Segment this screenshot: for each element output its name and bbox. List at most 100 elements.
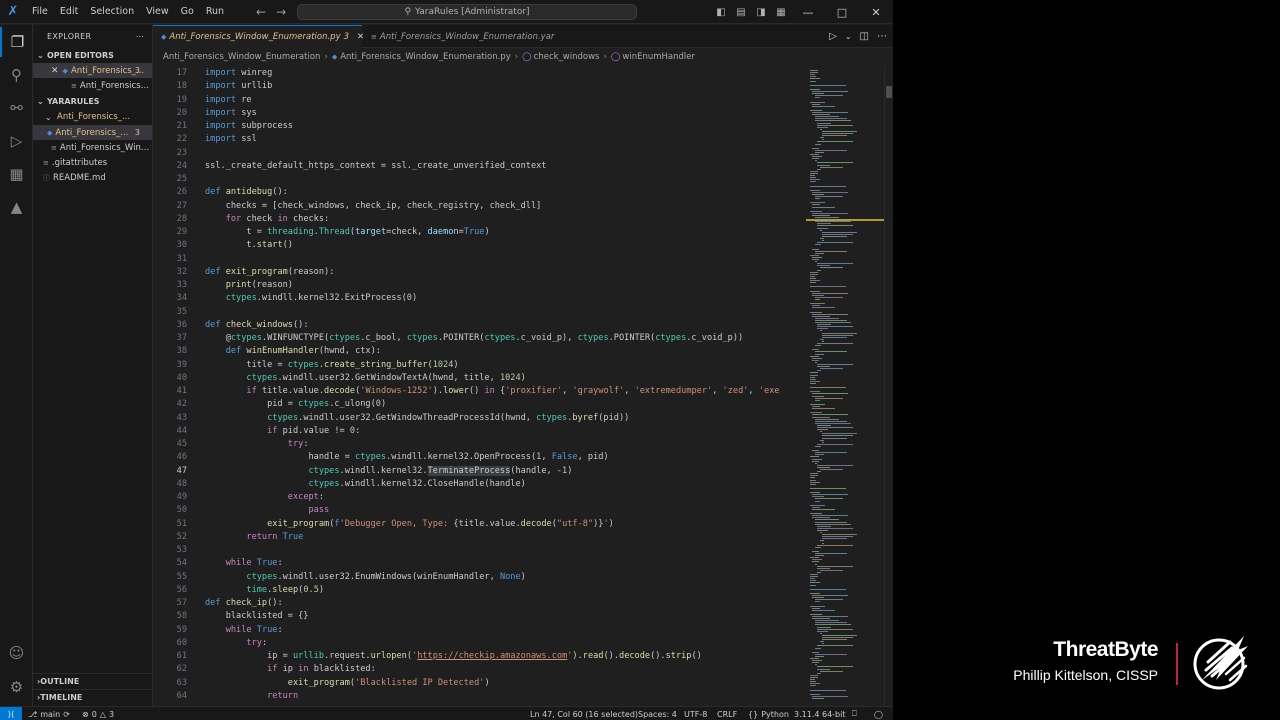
tree-file-item[interactable]: ≡ Anti_Forensics_Wind...: [33, 140, 152, 155]
back-arrow-icon[interactable]: ←: [256, 5, 266, 19]
breadcrumb-function[interactable]: check_windows: [534, 52, 600, 62]
problems-status[interactable]: ⊗ 0 △ 3: [82, 707, 114, 720]
code-line[interactable]: 43 ctypes.windll.user32.GetWindowThreadP…: [153, 412, 805, 425]
tab-python-file[interactable]: ◆ Anti_Forensics_Window_Enumeration.py 3…: [153, 25, 364, 48]
tree-file-item[interactable]: ≡ .gitattributes: [33, 155, 152, 170]
toggle-secondary-sidebar-icon[interactable]: ◨: [751, 7, 771, 18]
source-control-icon[interactable]: ⚯: [0, 93, 33, 123]
tab-yara-file[interactable]: ≡ Anti_Forensics_Window_Enumeration.yar: [363, 25, 554, 48]
scrollbar-thumb[interactable]: [886, 86, 892, 98]
testing-flask-icon[interactable]: ▲: [0, 192, 33, 222]
code-line[interactable]: 17 import winreg: [153, 67, 805, 80]
menu-go[interactable]: Go: [175, 0, 200, 24]
eol-status[interactable]: CRLF: [717, 707, 737, 720]
forward-arrow-icon[interactable]: →: [276, 5, 286, 19]
open-editor-item[interactable]: ✕ ◆ Anti_Forensics_... 3: [33, 63, 152, 79]
indentation-status[interactable]: Spaces: 4: [638, 707, 677, 720]
code-line[interactable]: 64 return: [153, 690, 805, 703]
code-line[interactable]: 18 import urllib: [153, 80, 805, 93]
breadcrumb-folder[interactable]: Anti_Forensics_Window_Enumeration: [163, 52, 320, 62]
timeline-section[interactable]: › TIMELINE: [33, 689, 152, 704]
code-line[interactable]: 28 for check in checks:: [153, 213, 805, 226]
code-line[interactable]: 57 def check_ip():: [153, 597, 805, 610]
sync-icon[interactable]: ⟳: [63, 710, 70, 719]
feedback-icon[interactable]: ◯: [874, 707, 883, 720]
code-line[interactable]: 20 import sys: [153, 107, 805, 120]
menu-view[interactable]: View: [140, 0, 175, 24]
code-line[interactable]: 45 try:: [153, 438, 805, 451]
outline-section[interactable]: › OUTLINE: [33, 673, 152, 688]
more-actions-icon[interactable]: ⋯: [877, 31, 887, 42]
branch-status[interactable]: ⎇ main ⟳: [28, 707, 70, 720]
customize-layout-icon[interactable]: ▦: [771, 7, 791, 18]
tree-file-item[interactable]: ◆ Anti_Forensics_... 3: [33, 124, 152, 141]
menu-selection[interactable]: Selection: [84, 0, 140, 24]
vscode-logo-icon[interactable]: ✗: [0, 0, 26, 24]
code-line[interactable]: 37 @ctypes.WINFUNCTYPE(ctypes.c_bool, ct…: [153, 332, 805, 345]
editor-scrollbar[interactable]: [884, 66, 893, 706]
menu-run[interactable]: Run: [200, 0, 230, 24]
open-editors-section[interactable]: ⌄ OPEN EDITORS: [33, 47, 152, 63]
code-line[interactable]: 29 t = threading.Thread(target=check, da…: [153, 226, 805, 239]
code-line[interactable]: 50 pass: [153, 504, 805, 517]
code-line[interactable]: 47 ctypes.windll.kernel32.TerminateProce…: [153, 465, 805, 478]
code-line[interactable]: 63 exit_program('Blacklisted IP Detected…: [153, 677, 805, 690]
close-icon[interactable]: ✕: [51, 66, 59, 76]
code-line[interactable]: 30 t.start(): [153, 239, 805, 252]
code-line[interactable]: 39 title = ctypes.create_string_buffer(1…: [153, 359, 805, 372]
code-line[interactable]: 35: [153, 306, 805, 319]
menu-file[interactable]: File: [26, 0, 54, 24]
code-line[interactable]: 33 print(reason): [153, 279, 805, 292]
split-editor-icon[interactable]: ◫: [860, 31, 869, 42]
tree-folder-item[interactable]: ⌄ Anti_Forensics_...: [33, 110, 152, 125]
more-actions-icon[interactable]: ⋯: [136, 32, 144, 41]
code-line[interactable]: 31: [153, 253, 805, 266]
code-line[interactable]: 58 blacklisted = {}: [153, 610, 805, 623]
code-line[interactable]: 48 ctypes.windll.kernel32.CloseHandle(ha…: [153, 478, 805, 491]
settings-gear-icon[interactable]: ⚙: [0, 672, 33, 702]
code-line[interactable]: 23: [153, 147, 805, 160]
breadcrumb-file[interactable]: Anti_Forensics_Window_Enumeration.py: [340, 52, 511, 62]
code-line[interactable]: 54 while True:: [153, 557, 805, 570]
code-editor[interactable]: 17 import winreg 18 import urllib 19 import r…: [153, 66, 805, 706]
code-line[interactable]: 40 ctypes.windll.user32.GetWindowTextA(h…: [153, 372, 805, 385]
code-line[interactable]: 32 def exit_program(reason):: [153, 266, 805, 279]
cursor-position[interactable]: Ln 47, Col 60 (16 selected): [530, 707, 638, 720]
command-center-search[interactable]: ⚲ YaraRules [Administrator]: [297, 4, 637, 20]
code-line[interactable]: 38 def winEnumHandler(hwnd, ctx):: [153, 345, 805, 358]
code-line[interactable]: 44 if pid.value != 0:: [153, 425, 805, 438]
code-line[interactable]: 27 checks = [check_windows, check_ip, ch…: [153, 200, 805, 213]
language-status[interactable]: {} Python: [748, 707, 789, 720]
code-line[interactable]: 36 def check_windows():: [153, 319, 805, 332]
remote-indicator-icon[interactable]: ⟩⟨: [0, 707, 22, 720]
code-line[interactable]: 41 if title.value.decode('Windows-1252')…: [153, 385, 805, 398]
code-line[interactable]: 25: [153, 173, 805, 186]
code-line[interactable]: 53: [153, 544, 805, 557]
toggle-sidebar-icon[interactable]: ◧: [711, 7, 731, 18]
maximize-icon[interactable]: □: [825, 6, 859, 19]
code-line[interactable]: 46 handle = ctypes.windll.kernel32.OpenP…: [153, 451, 805, 464]
notifications-bell-icon[interactable]: ⎕: [852, 707, 857, 720]
extensions-icon[interactable]: ▦: [0, 159, 33, 189]
code-line[interactable]: 59 while True:: [153, 624, 805, 637]
code-line[interactable]: 24 ssl._create_default_https_context = ss…: [153, 160, 805, 173]
encoding-status[interactable]: UTF-8: [684, 707, 707, 720]
code-line[interactable]: 56 time.sleep(0.5): [153, 584, 805, 597]
minimize-icon[interactable]: —: [791, 6, 825, 19]
code-line[interactable]: 55 ctypes.windll.user32.EnumWindows(winE…: [153, 571, 805, 584]
breadcrumb-inner-function[interactable]: winEnumHandler: [622, 52, 695, 62]
code-line[interactable]: 49 except:: [153, 491, 805, 504]
code-line[interactable]: 52 return True: [153, 531, 805, 544]
tree-file-item[interactable]: ⓘ README.md: [33, 171, 152, 186]
run-python-icon[interactable]: ▷: [829, 31, 837, 42]
account-icon[interactable]: ☺: [0, 638, 33, 668]
search-activity-icon[interactable]: ⚲: [0, 60, 33, 90]
code-line[interactable]: 60 try:: [153, 637, 805, 650]
open-editor-item[interactable]: ≡ Anti_Forensics_...: [33, 78, 152, 93]
run-debug-icon[interactable]: ▷: [0, 126, 33, 156]
code-line[interactable]: 22 import ssl: [153, 133, 805, 146]
code-line[interactable]: 61 ip = urllib.request.urlopen('https://…: [153, 650, 805, 663]
code-line[interactable]: 42 pid = ctypes.c_ulong(0): [153, 398, 805, 411]
code-line[interactable]: 62 if ip in blacklisted:: [153, 663, 805, 676]
run-dropdown-chevron-icon[interactable]: ⌄: [845, 32, 852, 41]
